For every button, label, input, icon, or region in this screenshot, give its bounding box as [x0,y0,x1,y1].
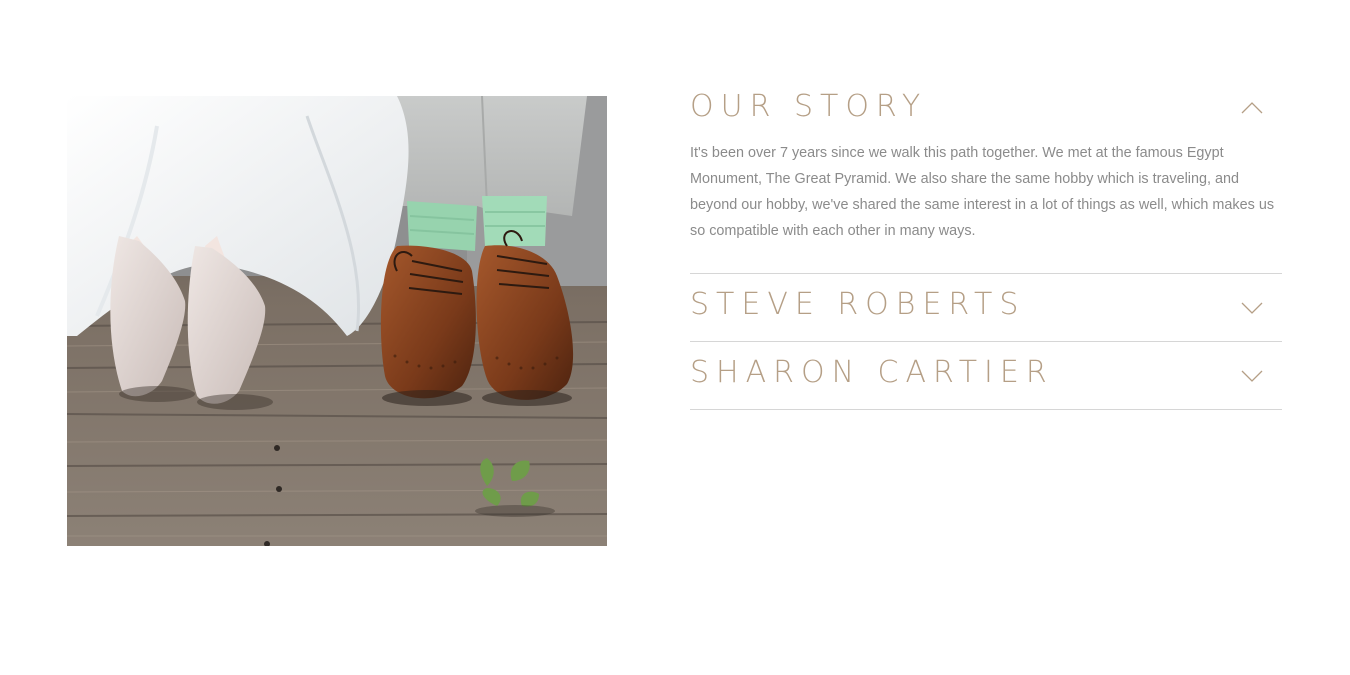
chevron-up-icon[interactable] [1240,96,1264,120]
story-accordion: OUR STORY It's been over 7 years since w… [690,78,1282,410]
accordion-body-our-story: It's been over 7 years since we walk thi… [690,145,1275,239]
accordion-header-sharon-cartier[interactable]: SHARON CARTIER [690,342,1282,409]
accordion-item-steve-roberts: STEVE ROBERTS [690,274,1282,342]
accordion-title: SHARON CARTIER [690,355,1054,390]
accordion-title: OUR STORY [690,89,928,124]
chevron-down-icon[interactable] [1240,364,1264,388]
accordion-header-our-story[interactable]: OUR STORY [690,78,1282,138]
wedding-photo [67,96,607,546]
accordion-header-steve-roberts[interactable]: STEVE ROBERTS [690,274,1282,341]
chevron-down-icon[interactable] [1240,296,1264,320]
accordion-title: STEVE ROBERTS [690,287,1026,322]
accordion-item-our-story: OUR STORY It's been over 7 years since w… [690,78,1282,274]
accordion-item-sharon-cartier: SHARON CARTIER [690,342,1282,410]
